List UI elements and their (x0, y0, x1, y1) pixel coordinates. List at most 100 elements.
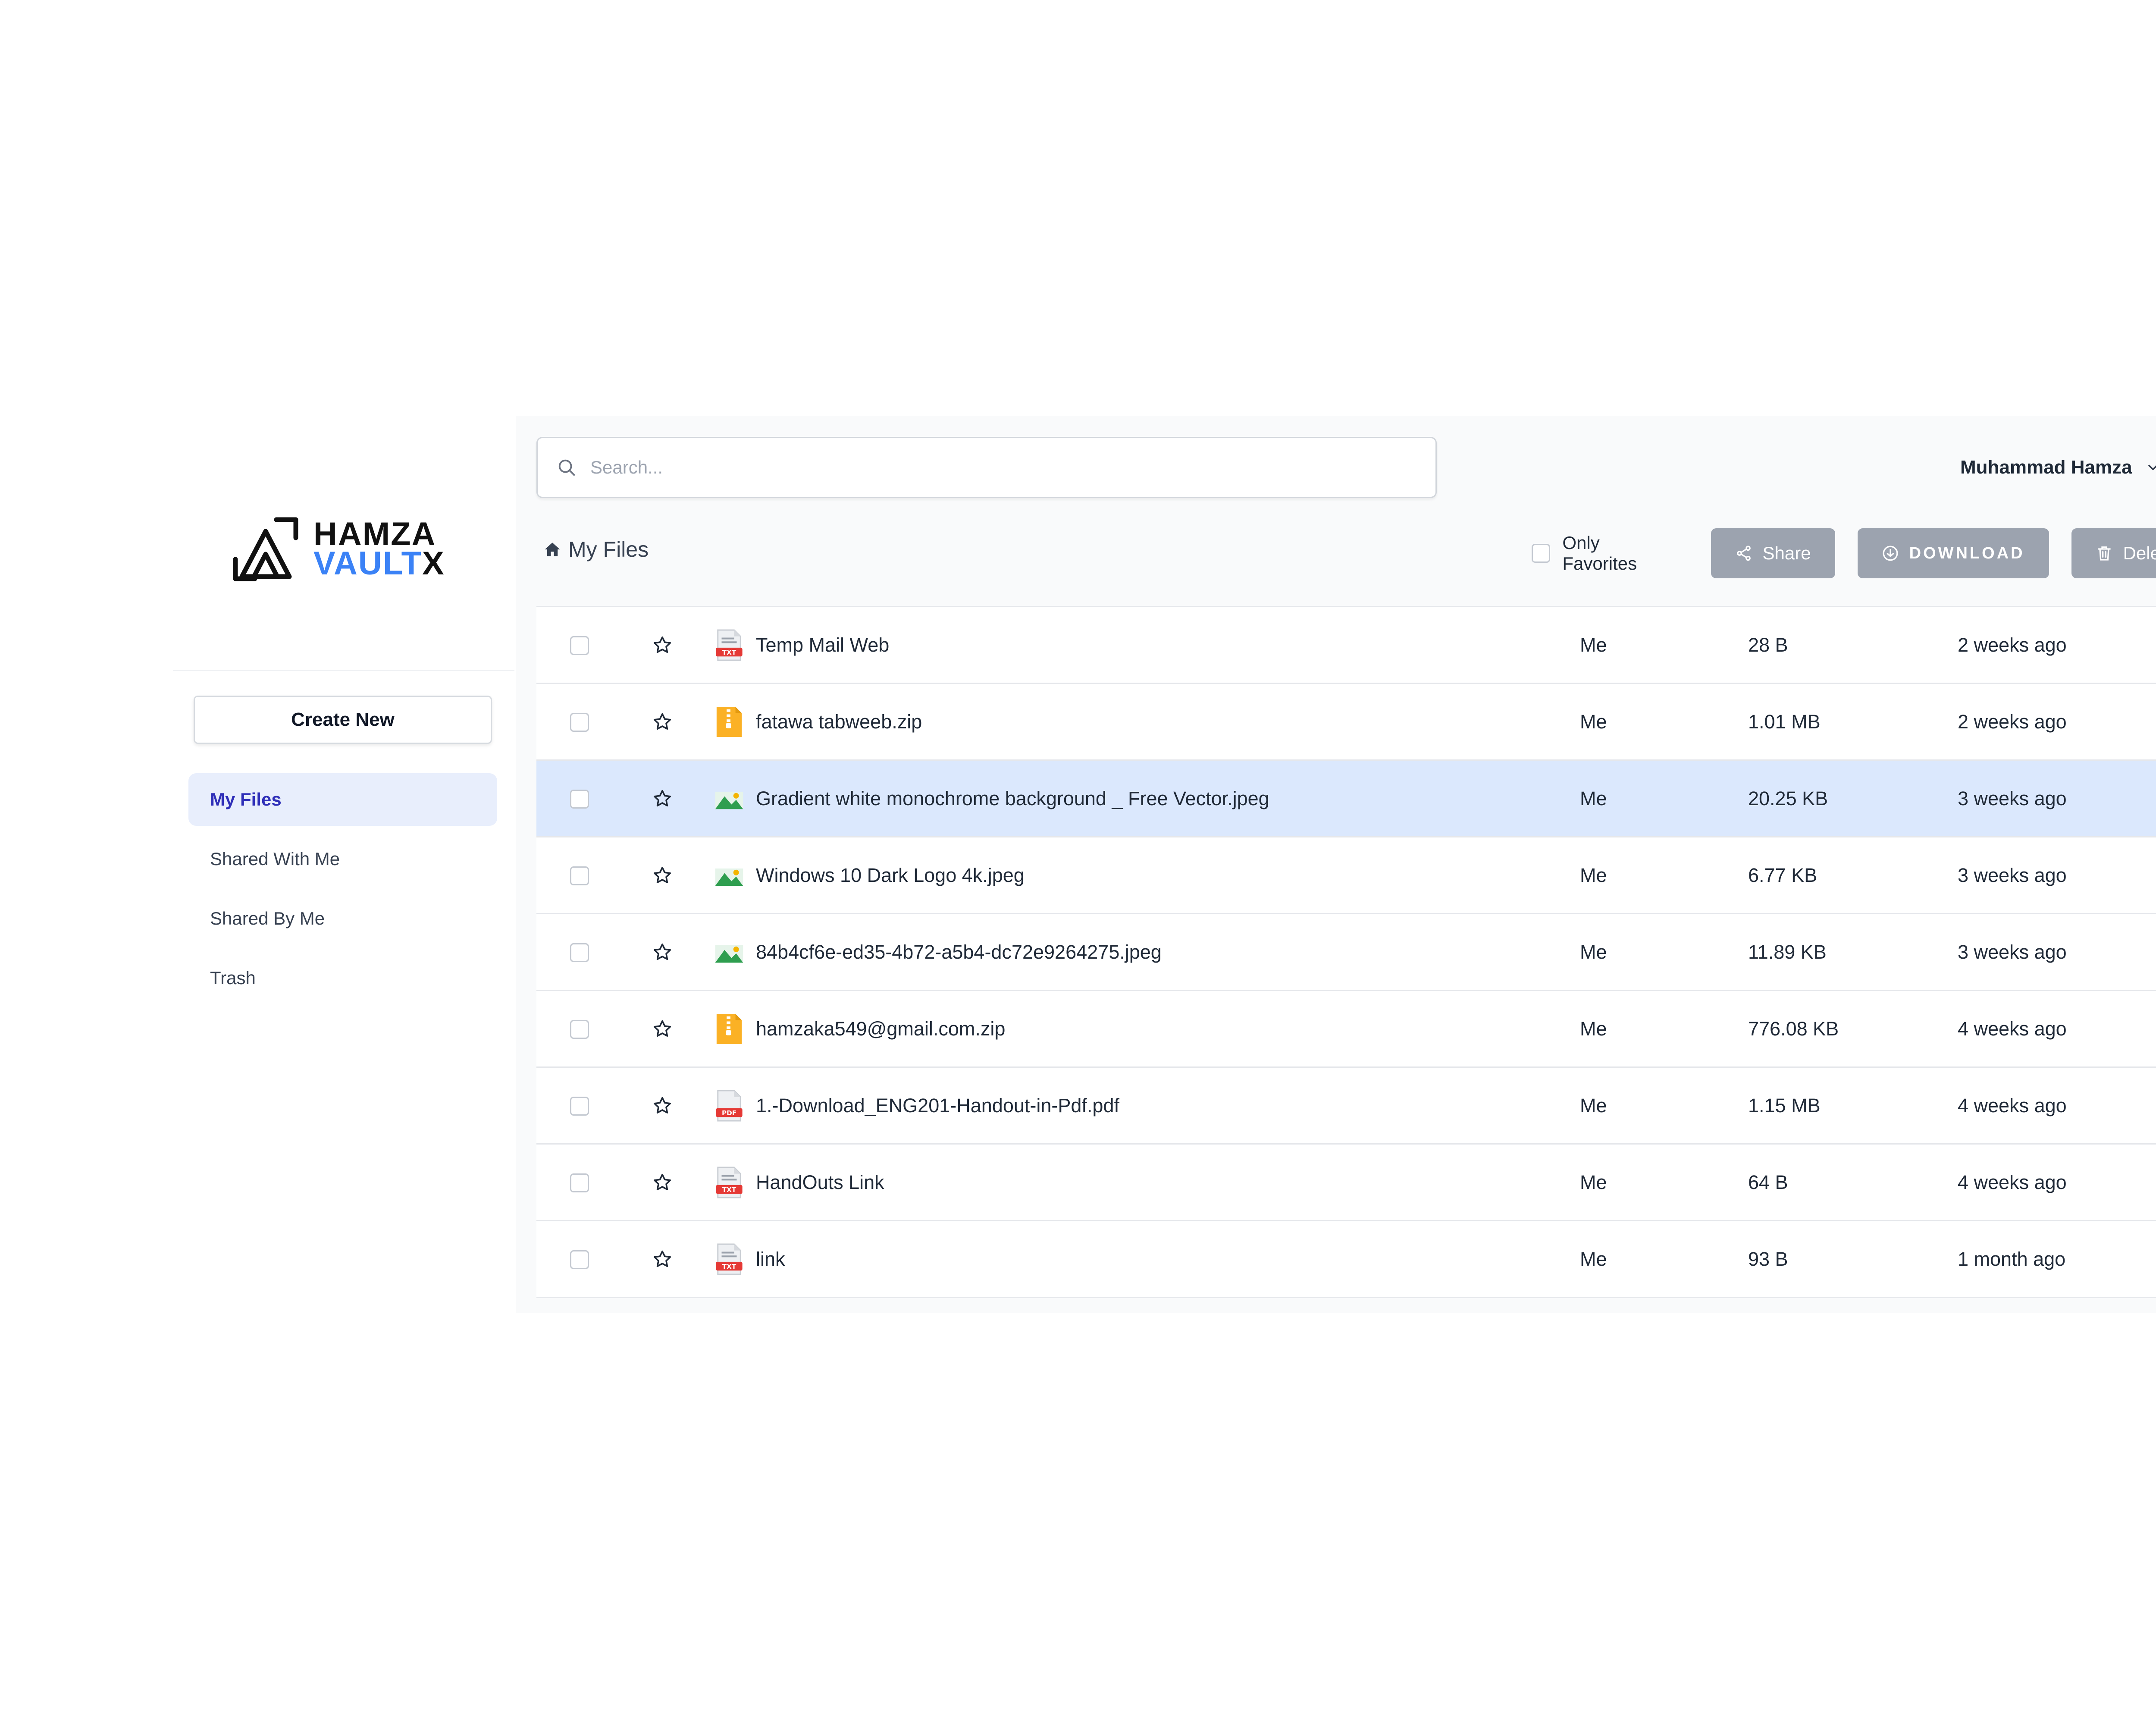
file-name[interactable]: 84b4cf6e-ed35-4b72-a5b4-dc72e9264275.jpe… (756, 941, 1162, 963)
file-row[interactable]: fatawa tabweeb.zip Me 1.01 MB 2 weeks ago (536, 683, 2156, 759)
file-name[interactable]: hamzaka549@gmail.com.zip (756, 1018, 1005, 1040)
file-name[interactable]: HandOuts Link (756, 1171, 884, 1194)
file-row[interactable]: TXT Temp Mail Web Me 28 B 2 weeks ago (536, 606, 2156, 683)
file-row[interactable]: Gradient white monochrome background _ F… (536, 759, 2156, 836)
brand-logo[interactable]: HAMZA VAULTX (229, 512, 445, 585)
star-icon[interactable] (652, 712, 673, 732)
row-checkbox[interactable] (570, 866, 589, 885)
row-checkbox[interactable] (570, 790, 589, 809)
file-name[interactable]: 1.-Download_ENG201-Handout-in-Pdf.pdf (756, 1095, 1119, 1117)
star-icon[interactable] (652, 942, 673, 963)
svg-text:TXT: TXT (722, 1263, 736, 1270)
search-bar (536, 437, 1437, 498)
file-owner: Me (1580, 1248, 1607, 1270)
table-bottom-border (536, 1297, 2156, 1298)
home-icon[interactable] (543, 540, 561, 558)
row-checkbox[interactable] (570, 1097, 589, 1116)
brand-name-vault: VAULT (313, 545, 423, 582)
file-size: 20.25 KB (1748, 787, 1828, 809)
star-icon[interactable] (652, 1172, 673, 1193)
main-panel: Muhammad Hamza My Files Only Favorites S… (516, 416, 2156, 1313)
file-owner: Me (1580, 1171, 1607, 1193)
file-modified: 3 weeks ago (1958, 787, 2067, 809)
file-name[interactable]: fatawa tabweeb.zip (756, 711, 922, 733)
svg-text:TXT: TXT (722, 1186, 736, 1194)
star-icon[interactable] (652, 635, 673, 656)
file-name[interactable]: Temp Mail Web (756, 634, 889, 656)
file-size: 1.15 MB (1748, 1095, 1821, 1117)
file-row[interactable]: PDF 1.-Download_ENG201-Handout-in-Pdf.pdf… (536, 1066, 2156, 1143)
share-button[interactable]: Share (1711, 528, 1835, 578)
row-checkbox[interactable] (570, 1250, 589, 1269)
file-size: 1.01 MB (1748, 711, 1821, 733)
file-owner: Me (1580, 787, 1607, 809)
file-modified: 4 weeks ago (1958, 1095, 2067, 1117)
sidebar-item-trash[interactable]: Trash (188, 952, 497, 1004)
file-name[interactable]: Gradient white monochrome background _ F… (756, 787, 1269, 810)
breadcrumb-current[interactable]: My Files (568, 537, 649, 562)
file-row[interactable]: TXT HandOuts Link Me 64 B 4 weeks ago (536, 1143, 2156, 1220)
file-list: TXT Temp Mail Web Me 28 B2 weeks ago fatawa … (536, 606, 2156, 1298)
file-size: 64 B (1748, 1171, 1788, 1193)
file-modified: 2 weeks ago (1958, 711, 2067, 733)
file-modified: 3 weeks ago (1958, 941, 2067, 963)
file-modified: 4 weeks ago (1958, 1171, 2067, 1193)
file-row[interactable]: TXT link Me 93 B 1 month ago (536, 1220, 2156, 1297)
text-file-icon: TXT (716, 1243, 743, 1275)
sidebar-item-shared-by-me[interactable]: Shared By Me (188, 892, 497, 945)
zip-file-icon (716, 1014, 742, 1044)
share-label: Share (1762, 543, 1811, 563)
file-size: 776.08 KB (1748, 1018, 1839, 1040)
delete-button[interactable]: Delete (2071, 528, 2156, 578)
row-checkbox[interactable] (570, 636, 589, 655)
row-checkbox[interactable] (570, 1020, 589, 1039)
pdf-file-icon: PDF (716, 1090, 743, 1122)
file-owner: Me (1580, 634, 1607, 656)
svg-text:PDF: PDF (722, 1109, 736, 1117)
text-file-icon: TXT (716, 629, 743, 661)
create-new-button[interactable]: Create New (194, 696, 492, 744)
vault-logo-icon (233, 517, 298, 581)
chevron-down-icon (2148, 464, 2156, 470)
star-icon[interactable] (652, 865, 673, 886)
app-window: HAMZA VAULTX Create New My Files Shared … (173, 416, 2156, 1313)
file-modified: 4 weeks ago (1958, 1018, 2067, 1040)
sidebar: HAMZA VAULTX Create New My Files Shared … (173, 416, 517, 1313)
file-modified: 2 weeks ago (1958, 634, 2067, 656)
star-icon[interactable] (652, 788, 673, 809)
file-name[interactable]: link (756, 1248, 785, 1270)
file-owner: Me (1580, 711, 1607, 733)
download-label: DOWNLOAD (1909, 544, 2025, 562)
user-menu[interactable]: Muhammad Hamza (1960, 452, 2156, 483)
file-row[interactable]: hamzaka549@gmail.com.zip Me 776.08 KB 4 wee… (536, 990, 2156, 1066)
row-checkbox[interactable] (570, 713, 589, 732)
only-favorites-label: Only Favorites (1562, 533, 1637, 574)
breadcrumb: My Files (543, 537, 649, 562)
image-file-icon (715, 791, 743, 809)
file-size: 11.89 KB (1748, 941, 1827, 963)
text-file-icon: TXT (716, 1167, 743, 1198)
star-icon[interactable] (652, 1095, 673, 1116)
sidebar-item-my-files[interactable]: My Files (188, 773, 497, 826)
file-row[interactable]: 84b4cf6e-ed35-4b72-a5b4-dc72e9264275.jpe… (536, 913, 2156, 990)
search-input[interactable] (589, 457, 1367, 478)
row-checkbox[interactable] (570, 1173, 589, 1192)
zip-file-icon (716, 707, 742, 737)
row-checkbox[interactable] (570, 943, 589, 962)
sidebar-divider (173, 670, 514, 671)
sidebar-item-shared-with-me[interactable]: Shared With Me (188, 833, 497, 885)
file-name[interactable]: Windows 10 Dark Logo 4k.jpeg (756, 864, 1025, 887)
file-modified: 1 month ago (1958, 1248, 2066, 1270)
star-icon[interactable] (652, 1019, 673, 1039)
file-size: 6.77 KB (1748, 864, 1818, 886)
only-favorites-toggle[interactable]: Only Favorites (1532, 533, 1677, 574)
delete-label: Delete (2123, 543, 2156, 563)
file-owner: Me (1580, 1095, 1607, 1117)
star-icon[interactable] (652, 1249, 673, 1270)
file-owner: Me (1580, 1018, 1607, 1040)
only-favorites-checkbox[interactable] (1532, 544, 1551, 563)
share-icon (1736, 546, 1751, 561)
download-button[interactable]: DOWNLOAD (1857, 528, 2049, 578)
file-row[interactable]: Windows 10 Dark Logo 4k.jpeg Me 6.77 KB 3 w… (536, 836, 2156, 913)
image-file-icon (715, 868, 743, 886)
